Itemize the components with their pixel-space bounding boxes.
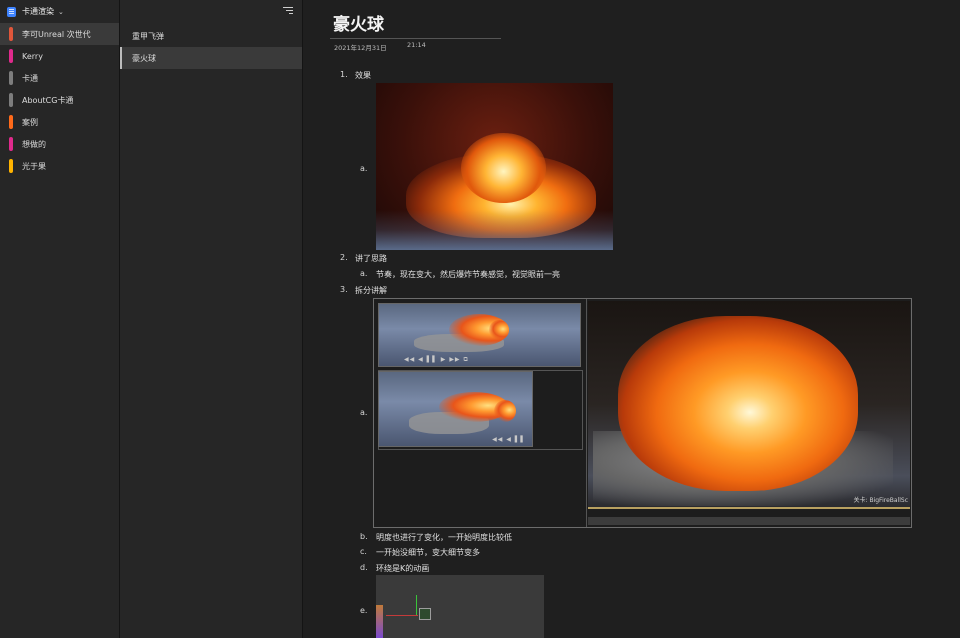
section-label: Kerry — [22, 51, 43, 61]
list-letter: d. — [360, 563, 368, 572]
section-color-tab — [9, 159, 13, 173]
section-item[interactable]: 光于果 — [0, 155, 119, 177]
section-label: 想做的 — [22, 139, 46, 149]
page-date: 2021年12月31日 — [334, 44, 387, 52]
list-number: 3. — [340, 285, 348, 294]
notebook-title: 卡通渲染 — [22, 7, 54, 16]
section-item[interactable]: 卡通 — [0, 67, 119, 89]
list-number: 1. — [340, 70, 348, 79]
section-item[interactable]: 李可Unreal 次世代 — [0, 23, 119, 45]
list-letter: e. — [360, 606, 368, 615]
page-item[interactable]: 豪火球 — [120, 47, 302, 69]
section-color-tab — [9, 71, 13, 85]
section-label: 李可Unreal 次世代 — [22, 29, 91, 39]
timeline-bar — [588, 507, 910, 509]
section-color-tab — [9, 27, 13, 41]
breakdown-image-table[interactable]: ◀◀ ◀ ▌▌ ▶ ▶▶ ⧉ ◀◀ ◀ ▌▌ 关卡: BigFireBallSc — [373, 298, 912, 528]
section-item[interactable]: 案例 — [0, 111, 119, 133]
notebook-icon — [7, 6, 16, 17]
title-divider — [330, 38, 501, 39]
breakdown-thumbnail-1[interactable]: ◀◀ ◀ ▌▌ ▶ ▶▶ ⧉ — [378, 303, 581, 367]
image-caption: 关卡: BigFireBallSc — [853, 497, 908, 504]
section-label: AboutCG卡通 — [22, 95, 74, 105]
list-letter: a. — [360, 269, 368, 278]
section-color-tab — [9, 115, 13, 129]
fireball-explosion-image[interactable]: 关卡: BigFireBallSc — [588, 301, 910, 507]
page-time: 21:14 — [407, 41, 426, 49]
list-letter: c. — [360, 547, 367, 556]
list-item-text[interactable]: 讲了思路 — [355, 253, 387, 264]
breakdown-thumbnail-2[interactable]: ◀◀ ◀ ▌▌ — [378, 371, 533, 447]
section-label: 案例 — [22, 117, 38, 127]
list-item-text[interactable]: 一开始没细节，变大细节变多 — [376, 547, 480, 558]
section-list: 李可Unreal 次世代 Kerry 卡通 AboutCG卡通 案例想做的光于果 — [0, 23, 119, 177]
list-letter: a. — [360, 408, 368, 417]
fireball-effect-image[interactable] — [376, 83, 613, 250]
section-label: 光于果 — [22, 161, 46, 171]
timeline-track[interactable] — [588, 517, 910, 525]
list-number: 2. — [340, 253, 348, 262]
player-controls[interactable]: ◀◀ ◀ ▌▌ — [492, 436, 526, 443]
list-letter: b. — [360, 532, 368, 541]
section-item[interactable]: Kerry — [0, 45, 119, 67]
list-item-text[interactable]: 明度也进行了变化，一开始明度比较低 — [376, 532, 512, 543]
list-item-text[interactable]: 效果 — [355, 70, 371, 81]
list-item-text[interactable]: 环绕是K的动画 — [376, 563, 429, 574]
section-color-tab — [9, 137, 13, 151]
page-list: 重甲飞弹 豪火球 — [120, 25, 302, 69]
list-item-text[interactable]: 节奏，现在变大，然后爆炸节奏感觉，视觉眼前一亮 — [376, 269, 560, 280]
page-item[interactable]: 重甲飞弹 — [120, 25, 302, 47]
chevron-down-icon: ⌄ — [58, 7, 64, 16]
sort-pages-button[interactable] — [281, 5, 293, 17]
player-controls[interactable]: ◀◀ ◀ ▌▌ ▶ ▶▶ ⧉ — [404, 356, 469, 364]
notebook-selector[interactable]: 卡通渲染 ⌄ — [0, 0, 119, 23]
section-sidebar: 卡通渲染 ⌄ 李可Unreal 次世代 Kerry 卡通 AboutCG卡通 案例想做的… — [0, 0, 120, 638]
list-letter: a. — [360, 164, 368, 173]
page-canvas[interactable]: 豪火球 2021年12月31日 21:14 1. 效果 a. 2. 讲了思路 a… — [303, 0, 960, 638]
animation-viewport-image[interactable] — [376, 575, 544, 638]
section-color-tab — [9, 49, 13, 63]
section-item[interactable]: AboutCG卡通 — [0, 89, 119, 111]
section-item[interactable]: 想做的 — [0, 133, 119, 155]
page-list-pane: 重甲飞弹 豪火球 — [120, 0, 303, 638]
list-item-text[interactable]: 拆分讲解 — [355, 285, 387, 296]
table-divider — [586, 299, 587, 527]
section-label: 卡通 — [22, 73, 38, 83]
section-color-tab — [9, 93, 13, 107]
page-title[interactable]: 豪火球 — [333, 10, 384, 35]
